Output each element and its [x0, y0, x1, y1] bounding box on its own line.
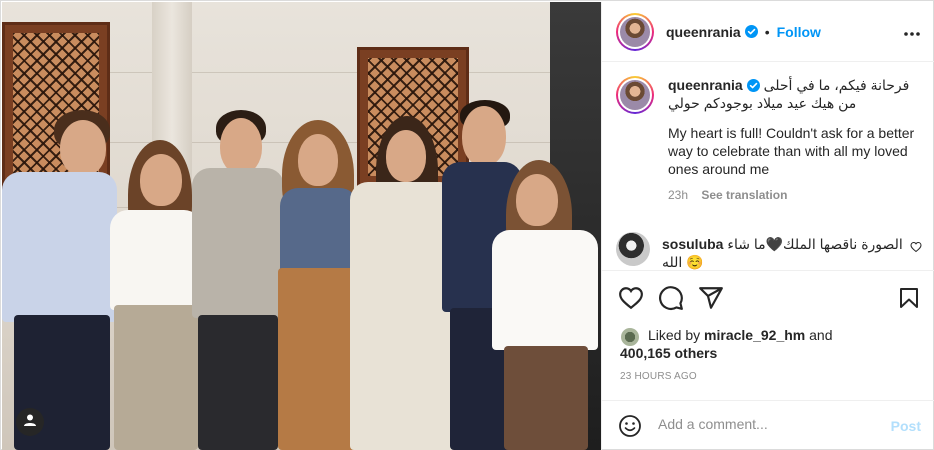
follow-button[interactable]: Follow [777, 24, 821, 40]
likes-summary: Liked by miracle_92_hm and 400,165 other… [620, 326, 920, 362]
likes-count[interactable]: 400,165 others [620, 345, 717, 361]
verified-badge-icon [744, 25, 758, 38]
photo-person [106, 140, 206, 450]
separator-dot: • [764, 23, 770, 40]
post-caption: queenrania فرحانة فيكم، ما في أحلى من هي… [616, 76, 922, 204]
post-timestamp[interactable]: 23 HOURS AGO [620, 371, 697, 382]
see-translation-link[interactable]: See translation [701, 188, 787, 202]
emoji-icon[interactable] [618, 414, 642, 443]
commenter-username[interactable]: sosuluba [662, 236, 723, 252]
comment-body: sosuluba الصورة ناقصها الملك🖤ما شاء الله… [662, 235, 908, 271]
more-options-icon[interactable] [903, 24, 921, 42]
caption-meta: 23h See translation [668, 186, 922, 204]
comment-icon[interactable] [658, 285, 684, 316]
caption-author-avatar[interactable] [616, 76, 654, 114]
commenter-avatar[interactable] [616, 232, 650, 266]
comment-like-heart-icon[interactable] [910, 240, 922, 258]
user-tag-icon [23, 413, 37, 432]
post-comment-button[interactable]: Post [891, 418, 921, 434]
author-username[interactable]: queenrania [666, 24, 741, 40]
caption-text-english: My heart is full! Couldn't ask for a bet… [668, 125, 915, 177]
verified-badge-icon [746, 78, 760, 92]
bookmark-icon[interactable] [897, 285, 921, 316]
post-side-panel: queenrania • Follow queenrania فرحانة في… [601, 2, 934, 450]
caption-body: queenrania فرحانة فيكم، ما في أحلى من هي… [668, 76, 922, 204]
heart-icon[interactable] [618, 285, 644, 316]
comment-item: sosuluba الصورة ناقصها الملك🖤ما شاء الله… [616, 232, 922, 271]
add-comment-input[interactable] [658, 416, 878, 432]
photo-person [2, 110, 117, 450]
share-icon[interactable] [698, 285, 724, 316]
instagram-post-modal: queenrania • Follow queenrania فرحانة في… [0, 0, 934, 450]
photo-person [276, 120, 360, 450]
caption-username[interactable]: queenrania [668, 77, 743, 93]
add-comment-bar: Post [602, 400, 934, 450]
likes-and: and [809, 327, 833, 343]
caption-age: 23h [668, 188, 689, 202]
likes-prefix: Liked by [648, 327, 701, 343]
post-action-bar [602, 270, 934, 324]
liker-avatar[interactable] [620, 327, 640, 347]
post-photo[interactable] [2, 2, 601, 450]
photo-person [192, 110, 284, 450]
liker-username[interactable]: miracle_92_hm [704, 327, 805, 343]
author-avatar[interactable] [616, 12, 654, 51]
post-header: queenrania • Follow [602, 2, 934, 62]
tagged-users-button[interactable] [16, 408, 44, 436]
photo-person [488, 160, 601, 450]
